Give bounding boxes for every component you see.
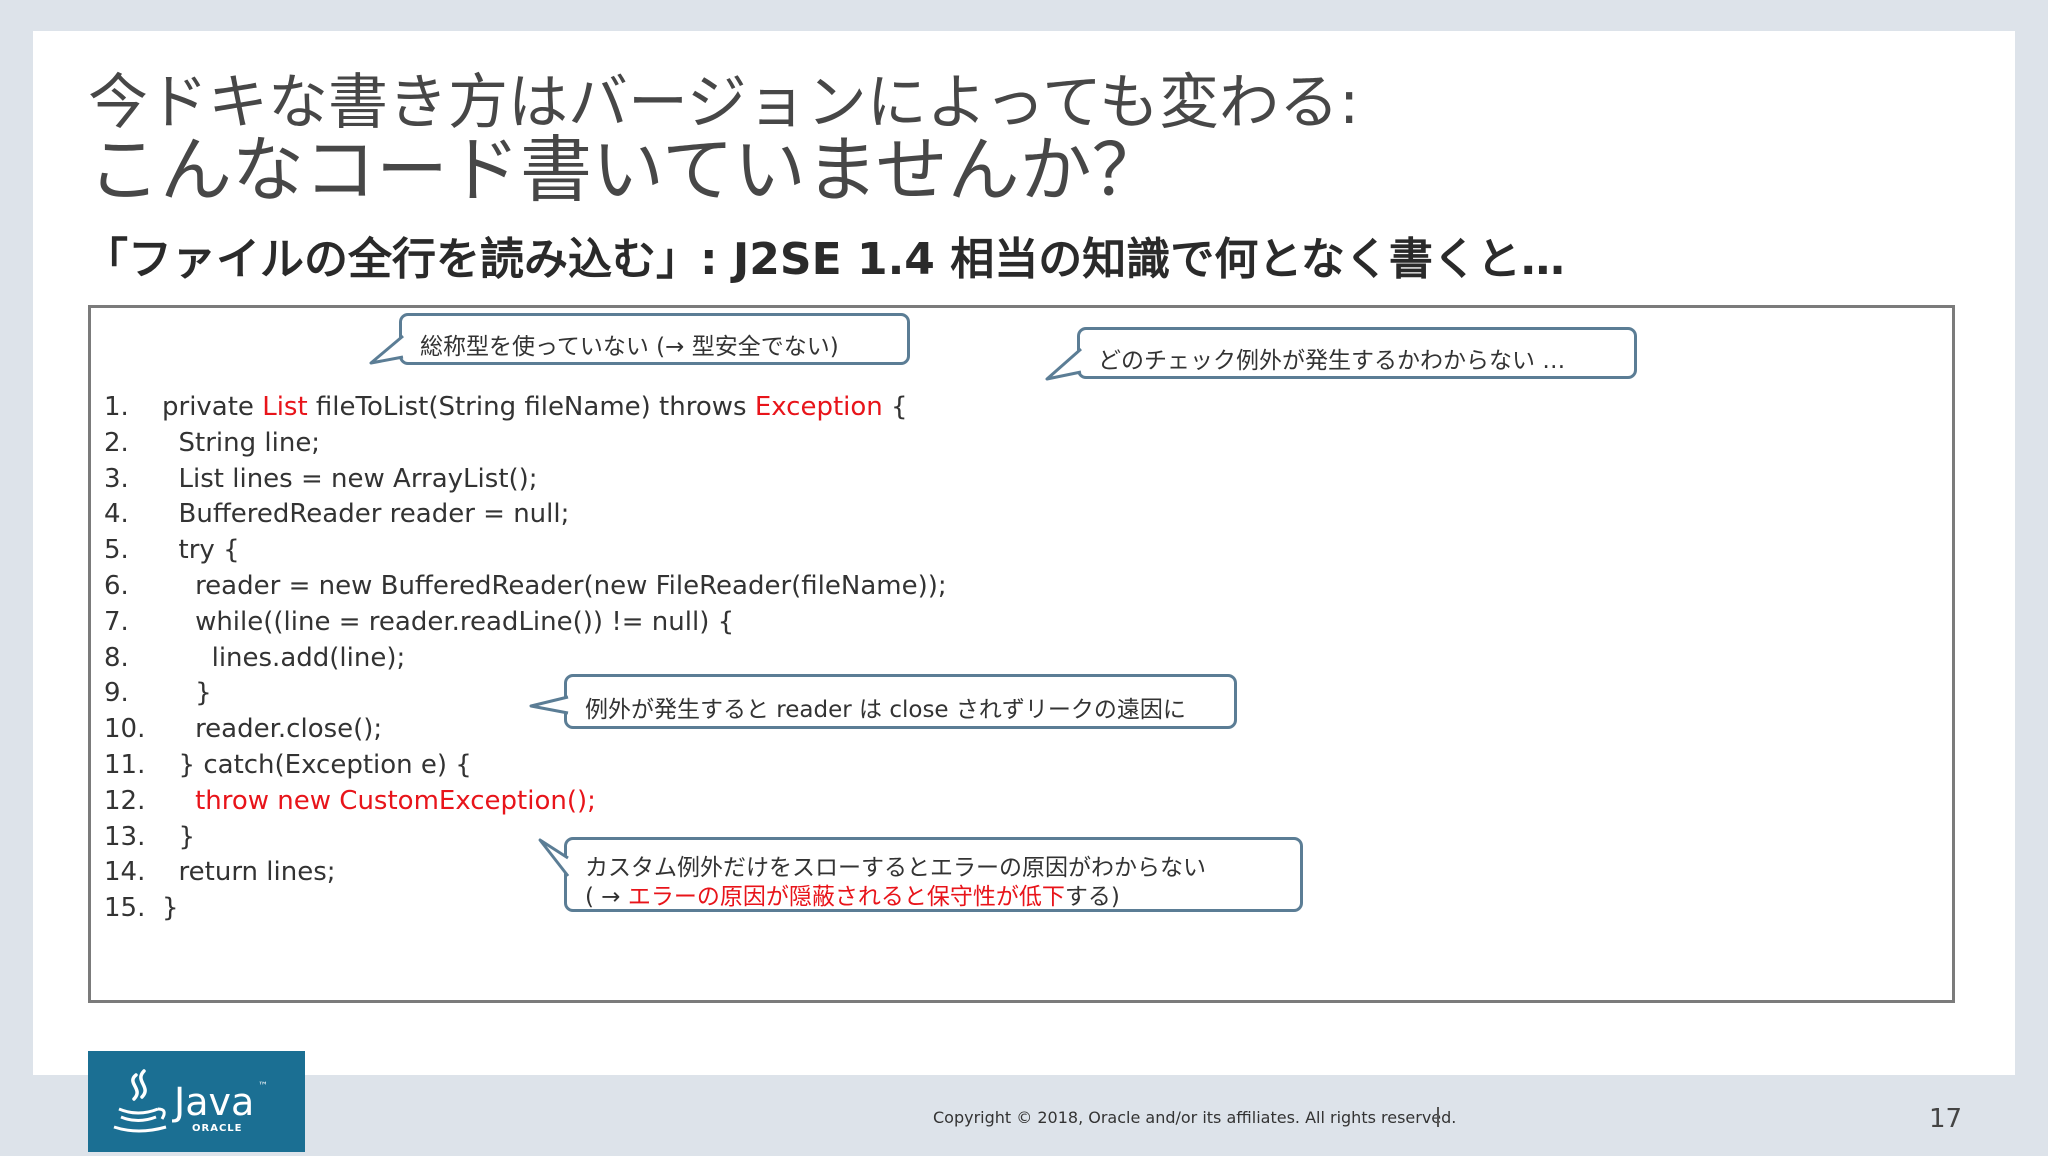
callout-resource-leak-tail	[529, 695, 569, 715]
callout-checked-exceptions-tail	[1045, 347, 1082, 381]
callout-generics-tail	[369, 334, 404, 365]
callout-custom-exception-tail	[538, 838, 570, 877]
callout-tails	[369, 334, 1082, 877]
